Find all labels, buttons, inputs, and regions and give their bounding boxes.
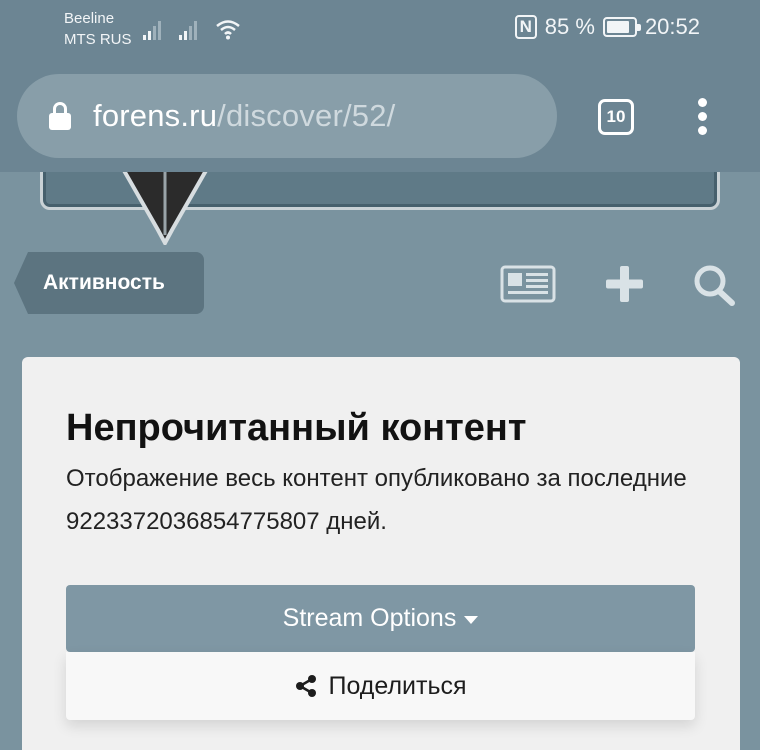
signal-indicators bbox=[143, 16, 241, 40]
share-label: Поделиться bbox=[328, 671, 467, 700]
signal-strength-icon bbox=[179, 18, 197, 40]
nfc-icon: N bbox=[514, 15, 537, 39]
url-host: forens.ru bbox=[93, 98, 218, 133]
wifi-icon bbox=[216, 20, 240, 40]
unread-content-card: Непрочитанный контент Отображение весь к… bbox=[22, 357, 740, 750]
activity-tab[interactable]: Активность bbox=[14, 252, 204, 314]
carrier-info: Beeline MTS RUS bbox=[64, 8, 132, 50]
carrier-2: MTS RUS bbox=[64, 31, 132, 48]
page-title: Непрочитанный контент bbox=[66, 407, 527, 449]
signal-strength-icon bbox=[143, 18, 161, 40]
browser-chrome: Beeline MTS RUS N 85 % 20:52 forens.ru/d… bbox=[0, 0, 760, 172]
url-text[interactable]: forens.ru/discover/52/ bbox=[93, 98, 396, 134]
carrier-1: Beeline bbox=[64, 10, 115, 27]
battery-percent: 85 % bbox=[544, 14, 595, 39]
lock-icon bbox=[49, 102, 71, 130]
status-right: N 85 % 20:52 bbox=[514, 14, 700, 40]
share-button[interactable]: Поделиться bbox=[66, 652, 695, 720]
phone-screen: Beeline MTS RUS N 85 % 20:52 forens.ru/d… bbox=[0, 0, 760, 750]
battery-icon bbox=[602, 17, 641, 37]
clock: 20:52 bbox=[644, 14, 700, 39]
browser-menu-icon[interactable] bbox=[696, 98, 708, 136]
stream-options-button[interactable]: Stream Options bbox=[66, 585, 695, 652]
caret-down-icon bbox=[464, 616, 479, 624]
search-icon[interactable] bbox=[686, 262, 742, 306]
stream-options-label: Stream Options bbox=[282, 604, 457, 632]
share-icon bbox=[296, 675, 317, 697]
url-path: /discover/52/ bbox=[217, 98, 396, 133]
tab-switcher-button[interactable]: 10 bbox=[598, 99, 634, 135]
newspaper-icon[interactable] bbox=[500, 262, 556, 306]
page-description: Отображение весь контент опубликовано за… bbox=[66, 465, 687, 535]
plus-icon[interactable] bbox=[596, 262, 652, 306]
address-bar[interactable]: forens.ru/discover/52/ bbox=[17, 74, 557, 158]
